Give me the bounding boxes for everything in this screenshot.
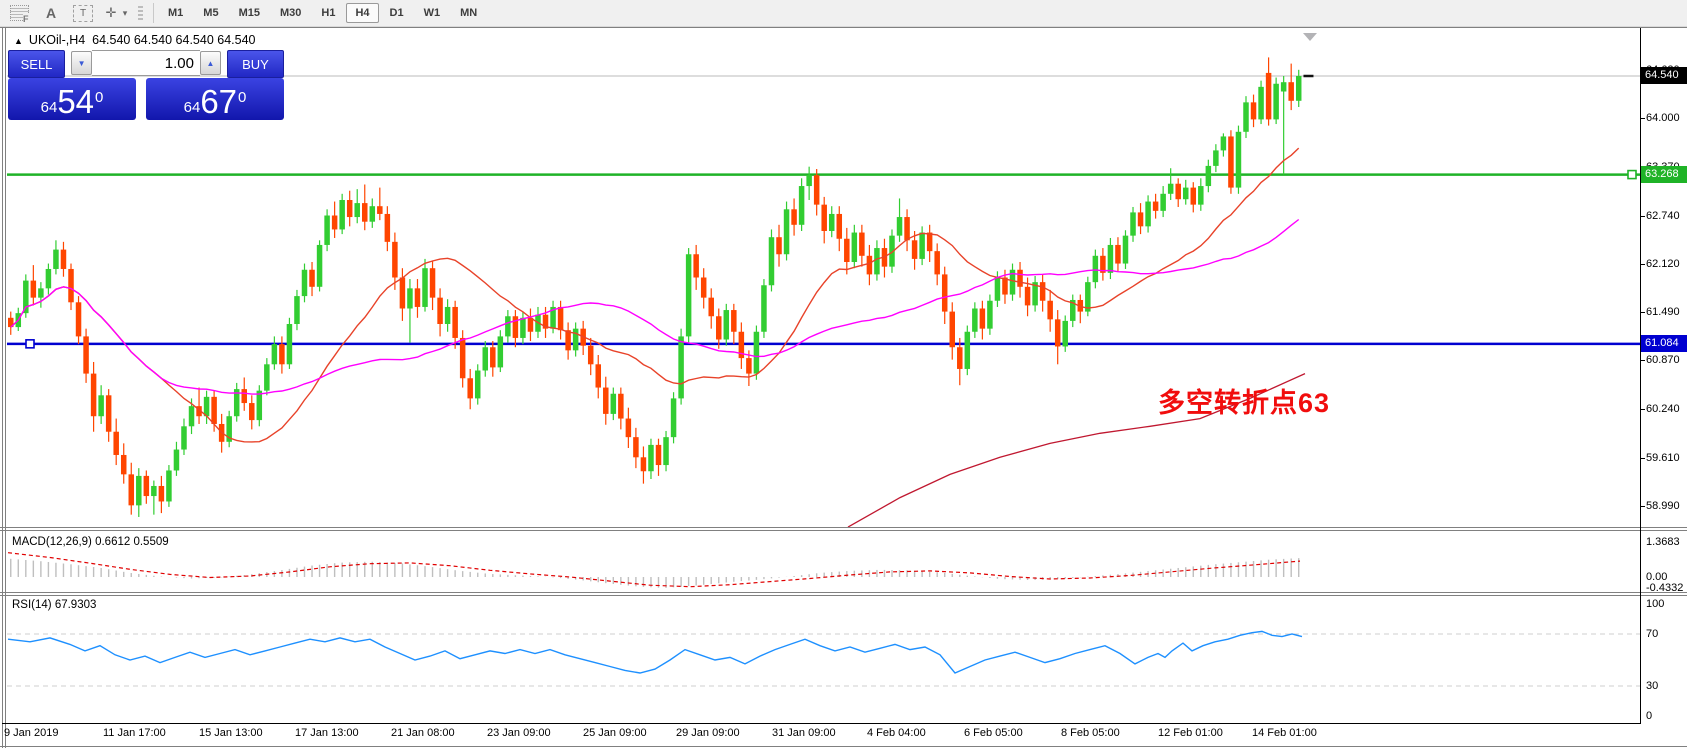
sell-price-fraction: 0 [95, 89, 104, 106]
buy-price-whole: 64 [183, 99, 201, 116]
tf-button-d1[interactable]: D1 [381, 3, 413, 23]
label-a-icon[interactable]: A [38, 3, 64, 23]
macd-histogram [10, 558, 1300, 588]
trade-panel-controls: SELL ▼ ▲ BUY [8, 50, 284, 78]
buy-price-pips: 67 [200, 83, 238, 120]
sell-price-whole: 64 [40, 99, 58, 116]
text-box-icon[interactable]: T [70, 3, 96, 23]
toolbar-grip[interactable] [138, 4, 143, 22]
chart-title: ▲ UKOil-,H4 64.540 64.540 64.540 64.540 [14, 33, 256, 47]
price-tick-mark [1640, 506, 1645, 508]
indicators-grid-icon[interactable]: F [6, 3, 32, 24]
price-badge-64.540: 64.540 [1641, 67, 1687, 84]
volume-increase-button[interactable]: ▲ [200, 51, 221, 75]
sell-button[interactable]: SELL [8, 50, 66, 78]
symbol-period-label: UKOil-,H4 [28, 33, 86, 47]
price-tick-61.490: 61.490 [1646, 306, 1680, 319]
price-tick-62.120: 62.120 [1646, 257, 1680, 270]
volume-input[interactable] [92, 50, 200, 76]
dropdown-arrow-icon[interactable]: ▾ [120, 3, 130, 23]
time-label: 8 Feb 05:00 [1061, 727, 1120, 739]
tf-button-m30[interactable]: M30 [271, 3, 310, 23]
trade-panel-prices: 64 54 0 64 67 0 [8, 78, 284, 120]
sell-price-box[interactable]: 64 54 0 [8, 78, 136, 120]
time-label: 29 Jan 09:00 [676, 727, 740, 739]
price-tick-mark [1640, 458, 1645, 460]
chart-annotation-text: 多空转折点63 [1158, 388, 1331, 418]
chart-frame-top [0, 27, 1687, 28]
chart-frame-bottom [0, 746, 1687, 747]
buy-price-box[interactable]: 64 67 0 [146, 78, 284, 120]
time-label: 31 Jan 09:00 [772, 727, 836, 739]
macd-scale--0.4332: -0.4332 [1646, 582, 1684, 595]
mt4-chart-window: F A T ✛ ▾ M1 M5 M15 M30 H1 H4 D1 W1 MN ▲ UKOil-,H… [0, 0, 1687, 748]
chart-shift-marker[interactable] [1303, 33, 1317, 41]
ma-slow-line [10, 218, 1300, 395]
rsi-separator-bottom[interactable] [0, 595, 1687, 596]
timeframe-buttons: M1 M5 M15 M30 H1 H4 D1 W1 MN [158, 3, 487, 23]
rsi-scale-100: 100 [1646, 598, 1665, 610]
toolbar-separator [153, 3, 154, 23]
macd-separator-bottom[interactable] [0, 530, 1687, 531]
hline-handle-61.084[interactable] [25, 339, 35, 349]
price-tick-mark [1640, 360, 1645, 362]
hline-handle-63.268[interactable] [1627, 169, 1637, 180]
time-axis-border [2, 723, 1641, 724]
time-label: 11 Jan 17:00 [103, 727, 166, 739]
tf-button-h1[interactable]: H1 [312, 3, 344, 23]
rsi-scale-70: 70 [1646, 628, 1659, 640]
time-label: 12 Feb 01:00 [1158, 727, 1223, 739]
price-tick-mark [1640, 263, 1645, 265]
macd-signal-line [7, 552, 1301, 588]
crosshair-icon[interactable]: ✛ [102, 3, 120, 23]
price-badge-61.084: 61.084 [1641, 334, 1687, 352]
buy-button[interactable]: BUY [226, 50, 284, 78]
time-label: 17 Jan 13:00 [295, 727, 359, 739]
rsi-scale-30: 30 [1646, 680, 1659, 692]
time-label: 6 Feb 05:00 [964, 727, 1023, 739]
collapse-triangle-icon[interactable]: ▲ [14, 36, 23, 46]
volume-decrease-button[interactable]: ▼ [71, 51, 92, 75]
top-toolbar: F A T ✛ ▾ M1 M5 M15 M30 H1 H4 D1 W1 MN [0, 0, 1687, 27]
price-tick-60.240: 60.240 [1646, 403, 1680, 416]
rsi-separator-top[interactable] [0, 592, 1687, 593]
price-tick-58.990: 58.990 [1646, 500, 1680, 513]
rsi-line [7, 630, 1303, 674]
price-axis-border [1640, 28, 1641, 723]
price-tick-mark [1640, 215, 1645, 217]
tf-button-w1[interactable]: W1 [415, 3, 450, 23]
price-tick-62.740: 62.740 [1646, 209, 1680, 222]
chart-frame-left-outer [2, 27, 3, 748]
price-tick-60.870: 60.870 [1646, 354, 1680, 367]
buy-price-fraction: 0 [238, 89, 247, 106]
price-tick-59.610: 59.610 [1646, 452, 1680, 465]
price-tick-64.000: 64.000 [1646, 111, 1680, 124]
candles [8, 57, 1302, 517]
price-tick-mark [1640, 409, 1645, 411]
tf-button-h4[interactable]: H4 [346, 3, 379, 23]
price-badge-63.268: 63.268 [1641, 165, 1687, 183]
price-tick-mark [1640, 117, 1645, 119]
time-label: 21 Jan 08:00 [391, 727, 455, 739]
rsi-scale-0: 0 [1646, 710, 1653, 722]
price-tick-mark [1640, 312, 1645, 314]
tf-button-m5[interactable]: M5 [194, 3, 227, 23]
ohlc-quotes: 64.540 64.540 64.540 64.540 [92, 33, 256, 47]
time-label: 25 Jan 09:00 [583, 727, 647, 739]
time-label: 23 Jan 09:00 [487, 727, 551, 739]
macd-separator-top[interactable] [0, 527, 1687, 528]
macd-label: MACD(12,26,9) 0.6612 0.5509 [12, 536, 169, 548]
time-label: 4 Feb 04:00 [867, 727, 926, 739]
one-click-trading-panel: SELL ▼ ▲ BUY 64540 64670 [8, 50, 284, 120]
tf-button-m1[interactable]: M1 [159, 3, 192, 23]
time-label: 14 Feb 01:00 [1252, 727, 1317, 739]
rsi-label: RSI(14) 67.9303 [12, 599, 97, 611]
macd-scale-1.3683: 1.3683 [1646, 535, 1680, 548]
time-label: 15 Jan 13:00 [199, 727, 263, 739]
time-label: 9 Jan 2019 [4, 727, 59, 739]
tf-button-mn[interactable]: MN [451, 3, 486, 23]
sell-price-pips: 54 [57, 83, 95, 120]
tf-button-m15[interactable]: M15 [230, 3, 269, 23]
chart-frame-left-inner [5, 27, 6, 748]
